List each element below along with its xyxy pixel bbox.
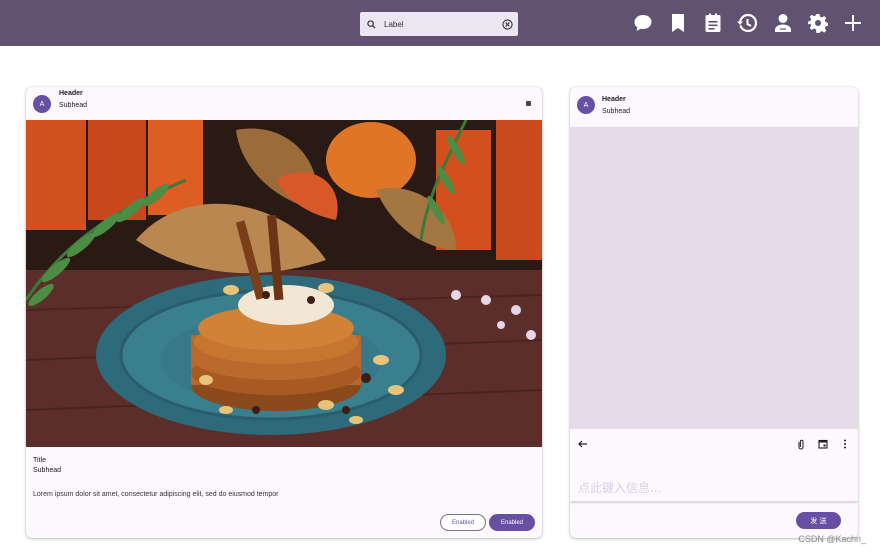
card-subtitle: Subhead	[33, 467, 62, 474]
clear-icon[interactable]	[496, 18, 518, 30]
top-bar-actions	[629, 8, 866, 38]
search-icon	[360, 19, 382, 29]
add-icon[interactable]	[839, 8, 866, 38]
settings-icon[interactable]	[804, 8, 831, 38]
card-header: Header	[602, 96, 626, 103]
watermark: CSDN @Kachn_	[798, 534, 866, 544]
filled-enabled-button[interactable]: Enabled	[489, 514, 535, 531]
media-card: A Header Subhead Title Subhead Lorem ips…	[26, 87, 542, 538]
message-input[interactable]	[570, 459, 858, 501]
attachment-icon[interactable]	[794, 437, 808, 451]
chat-card: A Header Subhead 发 送	[570, 87, 858, 538]
search-bar[interactable]: Label	[360, 12, 518, 36]
avatar: A	[33, 95, 51, 113]
chat-toolbar	[570, 429, 858, 459]
card-subhead: Subhead	[602, 108, 631, 115]
notepad-icon[interactable]	[699, 8, 726, 38]
search-input-value[interactable]: Label	[382, 20, 496, 29]
card-subhead: Subhead	[59, 102, 88, 109]
top-app-bar: Label	[0, 0, 880, 46]
avatar: A	[577, 96, 595, 114]
send-button[interactable]: 发 送	[796, 512, 841, 529]
card-body-text: Lorem ipsum dolor sit amet, consectetur …	[33, 491, 279, 498]
outlined-enabled-button[interactable]: Enabled	[440, 514, 486, 531]
card-title: Title	[33, 457, 46, 464]
more-vert-icon[interactable]	[838, 437, 852, 451]
chat-bubble-icon[interactable]	[629, 8, 656, 38]
calendar-icon[interactable]	[816, 437, 830, 451]
card-header: Header	[59, 90, 83, 97]
person-icon[interactable]	[769, 8, 796, 38]
chat-message-area[interactable]	[570, 127, 858, 429]
history-icon[interactable]	[734, 8, 761, 38]
back-arrow-icon[interactable]	[576, 437, 590, 451]
overflow-dot-icon[interactable]	[526, 101, 531, 106]
food-photo	[26, 120, 542, 447]
bookmark-icon[interactable]	[664, 8, 691, 38]
